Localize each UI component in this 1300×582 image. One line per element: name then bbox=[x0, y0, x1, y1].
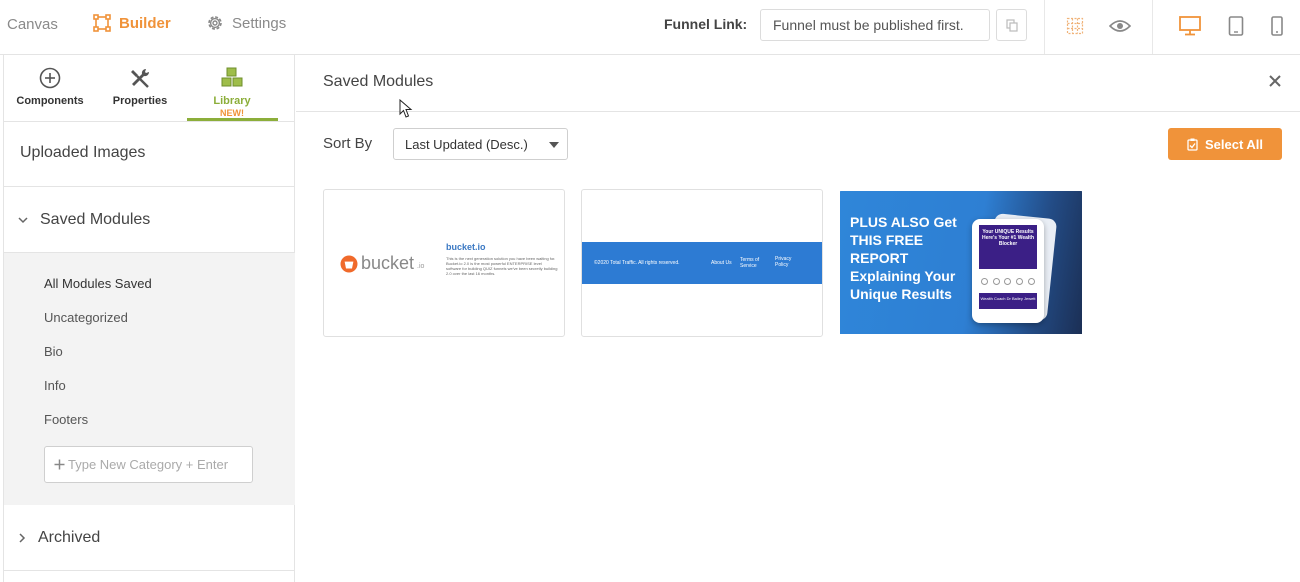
section-uploaded-images[interactable]: Uploaded Images bbox=[4, 122, 295, 187]
plus-icon bbox=[54, 459, 65, 470]
desktop-view-button[interactable] bbox=[1178, 14, 1202, 38]
bucket-logo-icon bbox=[340, 255, 358, 272]
top-bar: Canvas Builder Settings Funnel Link: bbox=[0, 0, 1300, 55]
bucket-logo: bucket .io bbox=[340, 253, 424, 274]
cubes-icon bbox=[221, 67, 243, 87]
module-card-free-report[interactable]: PLUS ALSO Get THIS FREE REPORT Explainin… bbox=[840, 189, 1082, 337]
new-category-input[interactable]: Type New Category + Enter bbox=[44, 446, 253, 483]
select-all-button[interactable]: Select All bbox=[1168, 128, 1282, 160]
tablet-view-button[interactable] bbox=[1224, 14, 1248, 38]
category-all-modules-saved[interactable]: All Modules Saved bbox=[44, 276, 152, 291]
divider bbox=[1152, 0, 1153, 54]
tablet-icon bbox=[1228, 16, 1244, 36]
bucket-side-title: bucket.io bbox=[446, 242, 486, 252]
section-archived-label: Archived bbox=[38, 528, 101, 546]
divider bbox=[1044, 0, 1045, 54]
mobile-view-button[interactable] bbox=[1265, 14, 1289, 38]
free-report-headline: PLUS ALSO Get THIS FREE REPORT Explainin… bbox=[850, 214, 957, 302]
close-button[interactable] bbox=[1266, 72, 1284, 90]
phone-footer: Wealth Coach Dr Bailey Jewett bbox=[979, 293, 1037, 309]
new-category-placeholder: Type New Category + Enter bbox=[68, 457, 229, 472]
module-card-bucket[interactable]: bucket .io bucket.io This is the next ge… bbox=[323, 189, 565, 337]
option-icon bbox=[1027, 277, 1035, 285]
tab-library[interactable]: Library NEW! bbox=[192, 65, 272, 118]
eye-icon bbox=[1109, 20, 1131, 32]
sort-by-label: Sort By bbox=[323, 135, 373, 152]
sidebar-tabs: Components Properties Library NEW! bbox=[4, 55, 295, 122]
tab-components[interactable]: Components bbox=[10, 65, 90, 107]
nav-settings-label: Settings bbox=[232, 14, 287, 32]
funnel-link-input[interactable] bbox=[760, 9, 990, 41]
nav-canvas[interactable]: Canvas bbox=[7, 16, 58, 33]
free-report-banner: PLUS ALSO Get THIS FREE REPORT Explainin… bbox=[840, 191, 1082, 334]
footer-link-about: About Us bbox=[711, 260, 732, 266]
preview-button[interactable] bbox=[1108, 14, 1132, 38]
nav-builder-label: Builder bbox=[119, 14, 171, 32]
option-icon bbox=[1016, 277, 1024, 285]
category-bio[interactable]: Bio bbox=[44, 344, 63, 359]
footer-copyright: ©2020 Total Traffic. All rights reserved… bbox=[594, 260, 680, 266]
section-saved-modules[interactable]: Saved Modules bbox=[4, 187, 295, 253]
clipboard-check-icon bbox=[1187, 138, 1198, 151]
category-uncategorized[interactable]: Uncategorized bbox=[44, 310, 128, 325]
tools-icon bbox=[131, 68, 150, 88]
option-icon bbox=[981, 277, 989, 285]
footer-link-terms: Terms of Service bbox=[740, 257, 760, 269]
mobile-icon bbox=[1271, 16, 1283, 36]
nav-builder[interactable]: Builder bbox=[93, 14, 171, 32]
tab-library-label: Library bbox=[213, 95, 251, 107]
tab-properties-label: Properties bbox=[112, 95, 168, 107]
sort-select[interactable]: Last Updated (Desc.) bbox=[393, 128, 568, 160]
option-icon bbox=[992, 277, 1000, 285]
nav-settings[interactable]: Settings bbox=[206, 14, 286, 32]
select-all-label: Select All bbox=[1204, 136, 1264, 152]
gear-icon bbox=[208, 16, 222, 30]
left-sidebar: Components Properties Library NEW! Uploa… bbox=[3, 55, 295, 582]
copy-icon bbox=[1005, 18, 1018, 32]
option-icon bbox=[1004, 277, 1012, 285]
active-tab-indicator bbox=[187, 118, 278, 121]
tab-properties[interactable]: Properties bbox=[100, 65, 180, 107]
bucket-logo-text: bucket bbox=[361, 253, 415, 273]
sort-select-value: Last Updated (Desc.) bbox=[405, 136, 528, 152]
phone-subtitle: Here's Your #1 Wealth Blocker bbox=[981, 235, 1035, 247]
phone-option-icons bbox=[979, 275, 1037, 287]
plus-circle-icon bbox=[39, 67, 61, 89]
close-icon bbox=[1269, 75, 1281, 87]
chevron-down-icon bbox=[18, 216, 28, 223]
bucket-logo-suffix: .io bbox=[417, 263, 425, 270]
tab-components-label: Components bbox=[16, 95, 84, 107]
caret-down-icon bbox=[549, 142, 559, 148]
builder-icon bbox=[93, 14, 111, 32]
category-footers[interactable]: Footers bbox=[44, 412, 88, 427]
section-archived[interactable]: Archived bbox=[4, 505, 295, 571]
category-list: All Modules Saved Uncategorized Bio Info… bbox=[4, 253, 295, 505]
new-badge: NEW! bbox=[220, 108, 244, 118]
chevron-right-icon bbox=[19, 532, 26, 543]
footer-link-privacy: Privacy Policy bbox=[775, 256, 792, 268]
desktop-icon bbox=[1179, 16, 1201, 36]
main-header: Saved Modules bbox=[296, 55, 1300, 112]
section-saved-modules-label: Saved Modules bbox=[40, 210, 151, 228]
category-info[interactable]: Info bbox=[44, 378, 66, 393]
phone-mockup: Your UNIQUE Results Here's Your #1 Wealt… bbox=[972, 219, 1044, 323]
phone-results-panel: Your UNIQUE Results Here's Your #1 Wealt… bbox=[979, 225, 1037, 269]
funnel-link-label: Funnel Link: bbox=[664, 16, 748, 32]
mouse-cursor-icon bbox=[399, 99, 413, 118]
grid-toggle-button[interactable] bbox=[1063, 14, 1087, 38]
grid-icon bbox=[1066, 17, 1084, 35]
module-card-footer[interactable]: ©2020 Total Traffic. All rights reserved… bbox=[581, 189, 823, 337]
bucket-side-text: This is the next generation solution you… bbox=[446, 256, 558, 276]
copy-link-button[interactable] bbox=[996, 9, 1027, 41]
footer-preview: ©2020 Total Traffic. All rights reserved… bbox=[582, 242, 822, 284]
page-title: Saved Modules bbox=[323, 73, 434, 90]
